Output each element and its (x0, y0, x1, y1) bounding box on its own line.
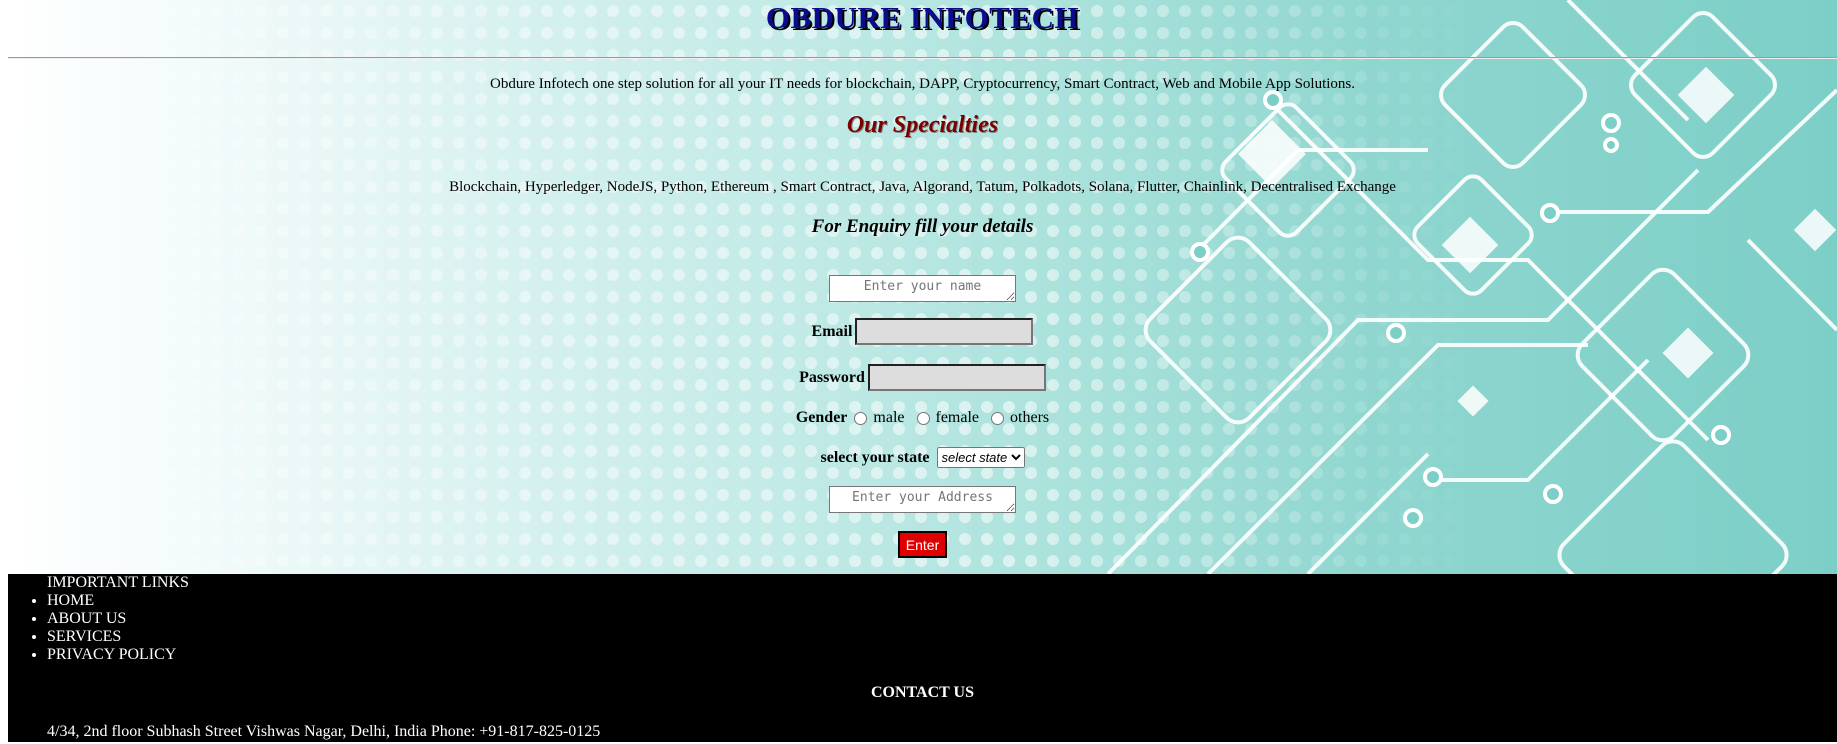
contact-address: 4/34, 2nd floor Subhash Street Vishwas N… (47, 723, 601, 740)
page: OBDURE INFOTECH Obdure Infotech one step… (8, 0, 1837, 744)
gender-label: Gender (795, 409, 848, 426)
gender-option-female-label: female (935, 409, 980, 426)
specialties-list: Blockchain, Hyperledger, NodeJS, Python,… (449, 179, 1396, 195)
gender-radio-male[interactable] (854, 411, 868, 425)
state-row: select your state select state (8, 447, 1837, 468)
gender-option-others-label: others (1010, 409, 1050, 426)
name-row (8, 275, 1837, 302)
intro-text: Obdure Infotech one step solution for al… (489, 76, 1356, 92)
enter-button[interactable]: Enter (897, 531, 948, 558)
submit-row: Enter (8, 531, 1837, 558)
footer-link-item: HOME (47, 592, 176, 610)
footer-link-about-us[interactable]: ABOUT US (47, 610, 126, 627)
gender-row: Gender male female others (8, 409, 1837, 427)
password-row: Password (8, 364, 1837, 391)
email-field[interactable] (855, 318, 1034, 345)
footer-link-item: ABOUT US (47, 610, 176, 628)
site-title: OBDURE INFOTECH (765, 0, 1080, 35)
password-field[interactable] (867, 364, 1046, 391)
gender-option-male-label: male (873, 409, 905, 426)
address-field[interactable] (829, 486, 1016, 513)
email-label: Email (811, 322, 853, 340)
name-field[interactable] (829, 275, 1016, 302)
address-row (8, 486, 1837, 513)
hero-section: OBDURE INFOTECH Obdure Infotech one step… (8, 0, 1837, 574)
footer: IMPORTANT LINKS HOME ABOUT US SERVICES P… (8, 574, 1837, 742)
footer-link-home[interactable]: HOME (47, 592, 94, 609)
footer-link-item: PRIVACY POLICY (47, 646, 176, 664)
contact-us-heading: CONTACT US (871, 684, 974, 701)
state-select[interactable]: select state (936, 447, 1025, 468)
important-links-heading: IMPORTANT LINKS (47, 574, 189, 591)
gender-radio-others[interactable] (991, 411, 1005, 425)
password-label: Password (799, 368, 865, 386)
footer-link-services[interactable]: SERVICES (47, 628, 121, 645)
specialties-heading: Our Specialties (846, 112, 999, 138)
email-row: Email (8, 318, 1837, 345)
footer-link-item: SERVICES (47, 628, 176, 646)
horizontal-rule (8, 57, 1837, 59)
enquiry-heading: For Enquiry fill your details (811, 216, 1034, 237)
footer-link-privacy-policy[interactable]: PRIVACY POLICY (47, 646, 176, 663)
state-label: select your state (820, 448, 930, 466)
gender-radio-female[interactable] (916, 411, 930, 425)
important-links-list: HOME ABOUT US SERVICES PRIVACY POLICY (8, 592, 176, 664)
